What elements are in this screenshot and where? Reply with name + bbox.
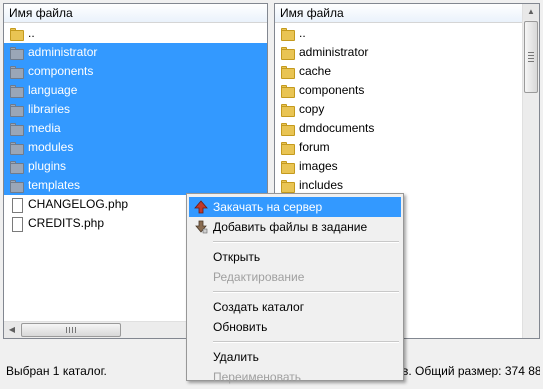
file-name: forum bbox=[299, 140, 330, 154]
file-list-item[interactable]: language bbox=[4, 81, 267, 100]
file-name: copy bbox=[299, 102, 325, 116]
upload-arrow-icon bbox=[194, 200, 208, 214]
file-name: dmdocuments bbox=[299, 121, 375, 135]
status-right: в. Общий размер: 374 88 bbox=[402, 364, 540, 378]
folder-icon bbox=[280, 178, 296, 193]
folder-icon bbox=[280, 159, 296, 174]
context-menu: Закачать на сервер Добавить файлы в задан… bbox=[186, 193, 404, 384]
menu-item-label: Удалить bbox=[213, 350, 259, 364]
file-list-item[interactable]: libraries bbox=[4, 100, 267, 119]
folder-icon bbox=[9, 45, 25, 60]
menu-item[interactable]: Обновить bbox=[189, 317, 401, 337]
menu-item[interactable]: Удалить bbox=[189, 347, 401, 367]
menu-item-label: Открыть bbox=[213, 250, 261, 264]
file-list-item[interactable]: components bbox=[4, 62, 267, 81]
menu-item-label: Закачать на сервер bbox=[213, 200, 323, 214]
menu-item-label: Редактирование bbox=[213, 270, 305, 284]
folder-icon bbox=[9, 64, 25, 79]
menu-item[interactable]: Открыть bbox=[189, 247, 401, 267]
file-name: media bbox=[28, 121, 61, 135]
folder-icon bbox=[280, 64, 296, 79]
file-list-item[interactable]: administrator bbox=[4, 43, 267, 62]
folder-icon bbox=[9, 102, 25, 117]
file-list-item[interactable]: .. bbox=[275, 24, 522, 43]
scroll-left-icon[interactable]: ◀ bbox=[4, 322, 20, 338]
folder-icon bbox=[280, 45, 296, 60]
file-list-item[interactable]: modules bbox=[4, 138, 267, 157]
folder-icon bbox=[280, 26, 296, 41]
file-name: images bbox=[299, 159, 338, 173]
file-name: templates bbox=[28, 178, 81, 192]
file-name: libraries bbox=[28, 102, 71, 116]
folder-icon bbox=[9, 159, 25, 174]
folder-icon bbox=[280, 121, 296, 136]
file-list-item[interactable]: dmdocuments bbox=[275, 119, 522, 138]
folder-icon bbox=[9, 121, 25, 136]
menu-item-label: Обновить bbox=[213, 320, 268, 334]
file-name: cache bbox=[299, 64, 332, 78]
menu-separator bbox=[213, 291, 399, 293]
file-list-item[interactable]: .. bbox=[4, 24, 267, 43]
folder-icon bbox=[9, 26, 25, 41]
file-name: components bbox=[28, 64, 94, 78]
menu-item: Переименовать bbox=[189, 367, 401, 387]
file-name: CHANGELOG.php bbox=[28, 197, 129, 211]
file-list-item[interactable]: forum bbox=[275, 138, 522, 157]
file-name: .. bbox=[299, 26, 306, 40]
folder-icon bbox=[280, 140, 296, 155]
scroll-up-icon[interactable]: ▲ bbox=[523, 4, 539, 20]
folder-icon bbox=[9, 140, 25, 155]
add-to-queue-icon bbox=[194, 220, 208, 234]
file-list-item[interactable]: cache bbox=[275, 62, 522, 81]
file-list-item[interactable]: components bbox=[275, 81, 522, 100]
file-name: modules bbox=[28, 140, 74, 154]
menu-separator bbox=[213, 341, 399, 343]
folder-icon bbox=[280, 102, 296, 117]
file-list-item[interactable]: administrator bbox=[275, 43, 522, 62]
folder-icon bbox=[280, 83, 296, 98]
file-name: administrator bbox=[299, 45, 369, 59]
folder-icon bbox=[9, 83, 25, 98]
remote-file-rows: .. administrator cache components copy dmdocu… bbox=[275, 24, 522, 195]
horizontal-scroll-thumb[interactable] bbox=[21, 323, 121, 337]
menu-separator bbox=[213, 241, 399, 243]
file-name: language bbox=[28, 83, 78, 97]
file-list-item[interactable]: images bbox=[275, 157, 522, 176]
menu-item-label: Создать каталог bbox=[213, 300, 305, 314]
file-name: CREDITS.php bbox=[28, 216, 105, 230]
menu-item[interactable]: Закачать на сервер bbox=[189, 197, 401, 217]
file-list-item[interactable]: media bbox=[4, 119, 267, 138]
file-icon bbox=[9, 197, 25, 213]
column-header-filename[interactable]: Имя файла bbox=[4, 4, 267, 23]
vertical-scroll-thumb[interactable] bbox=[524, 21, 538, 93]
file-name: .. bbox=[28, 26, 35, 40]
file-list-item[interactable]: copy bbox=[275, 100, 522, 119]
menu-item-label: Добавить файлы в задание bbox=[213, 220, 368, 234]
menu-item[interactable]: Создать каталог bbox=[189, 297, 401, 317]
column-header-filename[interactable]: Имя файла bbox=[275, 4, 522, 23]
file-name: plugins bbox=[28, 159, 67, 173]
file-list-item[interactable]: plugins bbox=[4, 157, 267, 176]
file-icon bbox=[9, 216, 25, 232]
menu-item: Редактирование bbox=[189, 267, 401, 287]
file-name: components bbox=[299, 83, 365, 97]
file-name: administrator bbox=[28, 45, 98, 59]
folder-icon bbox=[9, 178, 25, 193]
menu-item-label: Переименовать bbox=[213, 370, 301, 384]
vertical-scrollbar[interactable]: ▲ bbox=[522, 4, 539, 338]
menu-item[interactable]: Добавить файлы в задание bbox=[189, 217, 401, 237]
